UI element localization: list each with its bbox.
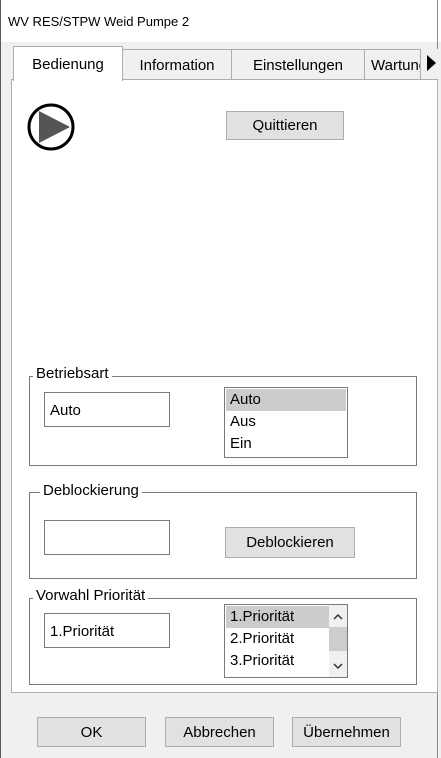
betriebsart-option-auto[interactable]: Auto [226,389,346,411]
pump-icon [27,103,75,151]
uebernehmen-button[interactable]: Übernehmen [292,717,401,747]
betriebsart-option-ein[interactable]: Ein [226,433,346,455]
vorwahl-prioritaet-listbox[interactable]: 1.Priorität 2.Priorität 3.Priorität [224,604,348,678]
tab-bedienung[interactable]: Bedienung [13,46,123,81]
betriebsart-title: Betriebsart [33,365,112,382]
tab-information[interactable]: Information [122,49,232,79]
quittieren-button[interactable]: Quittieren [226,111,344,140]
betriebsart-option-aus[interactable]: Aus [226,411,346,433]
tab-einstellungen[interactable]: Einstellungen [231,49,365,79]
vorwahl-prioritaet-value: 1.Priorität [44,613,170,648]
scroll-up-icon[interactable] [333,613,343,620]
deblockierung-value [44,520,170,555]
window-title: WV RES/STPW Weid Pumpe 2 [8,14,190,29]
prioritaet-option-3[interactable]: 3.Priorität [226,650,329,672]
prioritaet-option-2[interactable]: 2.Priorität [226,628,329,650]
betriebsart-value: Auto [44,392,170,427]
prioritaet-scrollbar-thumb[interactable] [329,627,347,651]
abbrechen-button[interactable]: Abbrechen [165,717,274,747]
deblockieren-button[interactable]: Deblockieren [225,527,355,558]
tab-scroll-right-icon[interactable] [427,55,436,71]
deblockierung-title: Deblockierung [40,482,142,499]
betriebsart-listbox[interactable]: Auto Aus Ein [224,387,348,458]
prioritaet-option-1[interactable]: 1.Priorität [226,606,329,628]
window-border-left [0,0,1,758]
vorwahl-prioritaet-title: Vorwahl Priorität [33,587,149,604]
ok-button[interactable]: OK [37,717,146,747]
scroll-down-icon[interactable] [333,663,343,670]
